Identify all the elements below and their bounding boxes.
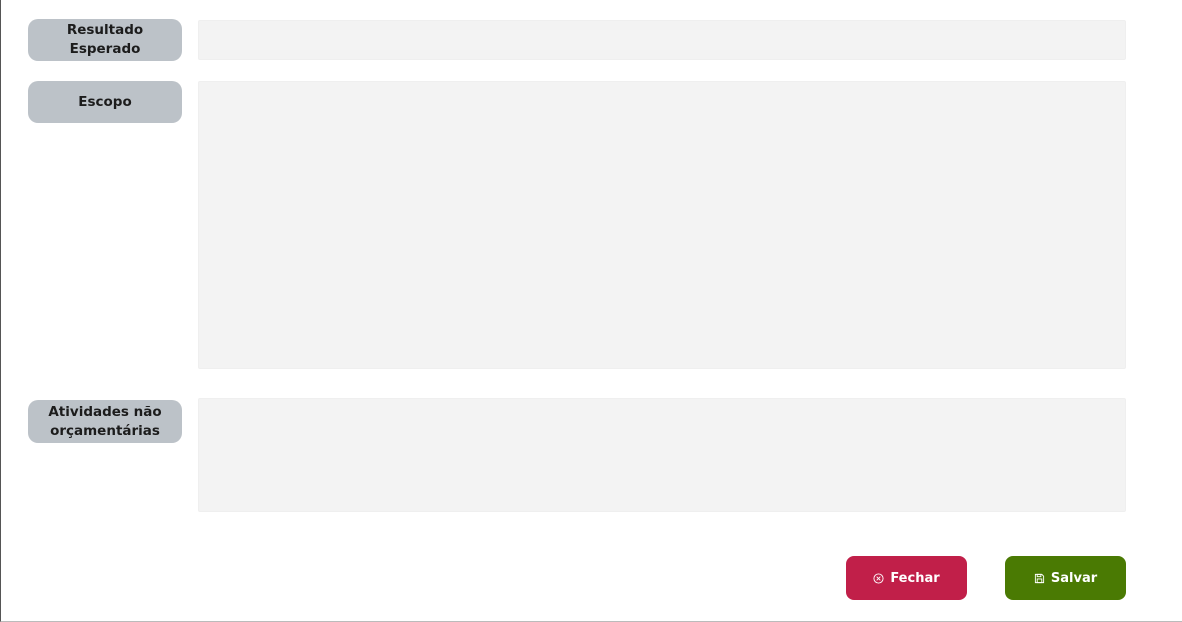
atividades-nao-orcamentarias-field[interactable] xyxy=(198,398,1126,512)
save-button-label: Salvar xyxy=(1050,570,1098,586)
atividades-nao-orcamentarias-label: Atividades não orçamentárias xyxy=(28,400,182,443)
escopo-label: Escopo xyxy=(28,81,182,123)
resultado-esperado-label: Resultado Esperado xyxy=(28,19,182,61)
escopo-field[interactable] xyxy=(198,81,1126,369)
close-button-label: Fechar xyxy=(890,570,940,586)
form-panel: Resultado Esperado Escopo Atividades não… xyxy=(0,0,1182,622)
save-button[interactable]: Salvar xyxy=(1005,556,1126,600)
resultado-esperado-field[interactable] xyxy=(198,20,1126,60)
floppy-disk-icon xyxy=(1034,573,1045,584)
circle-x-icon xyxy=(873,572,884,584)
close-button[interactable]: Fechar xyxy=(846,556,967,600)
